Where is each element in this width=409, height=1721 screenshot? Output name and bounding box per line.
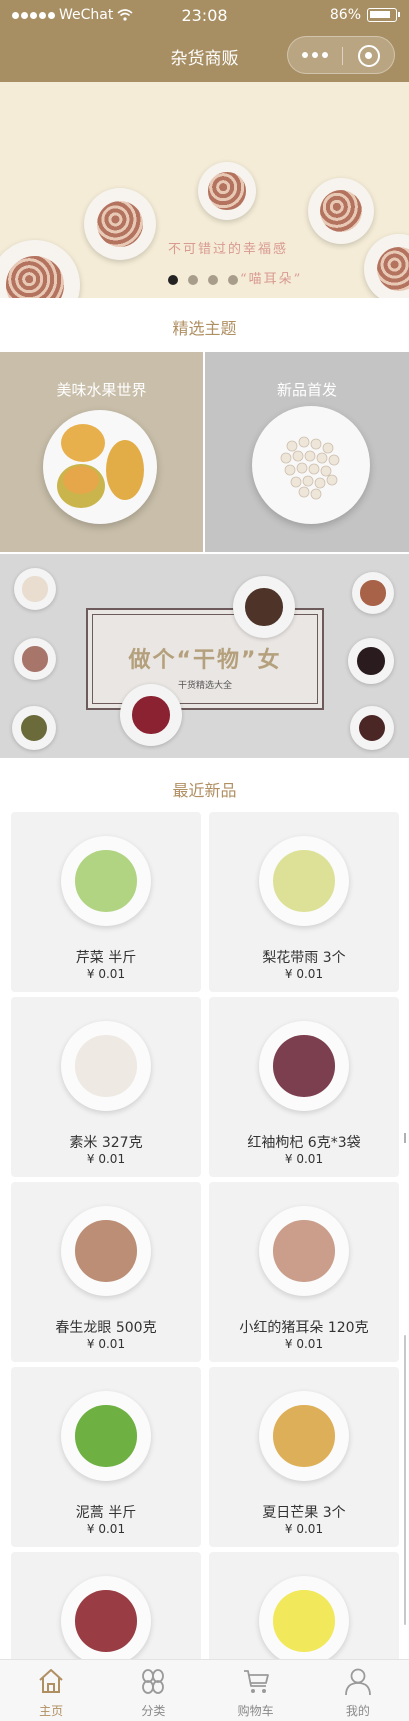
jujube-plate — [120, 684, 182, 746]
more-icon[interactable] — [302, 52, 328, 58]
product-name: 素米 327克 — [69, 1135, 143, 1151]
lotus-seed-plate — [252, 406, 370, 524]
product-price: ¥ 0.01 — [86, 967, 126, 981]
promo-plate — [12, 706, 56, 750]
product-name: 梨花带雨 3个 — [262, 950, 346, 966]
promo-subtitle: 干货精选大全 — [177, 681, 232, 691]
product-price: ¥ 0.01 — [86, 1337, 126, 1351]
theme-fruit[interactable]: 美味水果世界 — [0, 352, 203, 552]
product-image — [259, 1391, 349, 1481]
battery-percent: 86% — [329, 7, 361, 23]
product-card[interactable]: 素米 327克 ¥ 0.01 — [11, 997, 201, 1177]
status-bar: WeChat 23:08 86% — [0, 0, 409, 30]
tab-cart[interactable]: 购物车 — [205, 1660, 307, 1721]
product-price: ¥ 0.01 — [284, 1337, 324, 1351]
product-name: 春生龙眼 500克 — [55, 1320, 157, 1336]
product-name: 红袖枸杞 6克*3袋 — [247, 1135, 361, 1151]
indicator-dot[interactable] — [168, 275, 178, 285]
product-image — [259, 1206, 349, 1296]
product-card[interactable]: 芹菜 半斤 ¥ 0.01 — [11, 812, 201, 992]
promo-plate — [14, 638, 56, 680]
battery-group: 86% — [329, 7, 400, 23]
product-image — [259, 1576, 349, 1666]
product-card[interactable]: 梨花带雨 3个 ¥ 0.01 — [209, 812, 399, 992]
fruit-plate — [43, 410, 157, 524]
tab-home[interactable]: 主页 — [0, 1660, 102, 1721]
product-price: ¥ 0.01 — [284, 967, 324, 981]
product-image — [61, 836, 151, 926]
cart-icon — [243, 1670, 269, 1693]
banner-plate — [84, 188, 156, 260]
mango-icon — [57, 424, 144, 508]
home-icon — [39, 1669, 63, 1693]
product-price: ¥ 0.01 — [86, 1152, 126, 1166]
product-image — [61, 1206, 151, 1296]
scrollbar[interactable] — [404, 1335, 406, 1625]
user-icon — [344, 1668, 371, 1696]
banner-plate — [308, 178, 374, 244]
product-name: 小红的猪耳朵 120克 — [239, 1320, 369, 1336]
banner-slogan-highlight: “喵耳朵” — [240, 272, 303, 287]
indicator-dot[interactable] — [228, 275, 238, 285]
lotus-seed-icon — [280, 436, 340, 500]
product-card[interactable]: 红袖枸杞 6克*3袋 ¥ 0.01 — [209, 997, 399, 1177]
tab-bar: 主页 分类 购物车 我的 — [0, 1659, 409, 1721]
tab-label: 我的 — [345, 1704, 370, 1718]
tab-label: 分类 — [141, 1704, 166, 1718]
banner-plate — [198, 162, 256, 220]
scroll-indicator-mini — [404, 1133, 406, 1143]
theme-label: 美味水果世界 — [56, 381, 147, 399]
promo-plate — [14, 568, 56, 610]
recent-section-title: 最近新品 — [172, 781, 237, 800]
category-icon — [142, 1669, 165, 1694]
promo-plate — [352, 572, 394, 614]
tab-label: 主页 — [39, 1704, 64, 1718]
product-card[interactable]: 泥蒿 半斤 ¥ 0.01 — [11, 1367, 201, 1547]
theme-new-arrivals[interactable]: 新品首发 — [205, 352, 409, 552]
banner-plate — [364, 234, 409, 298]
product-name: 芹菜 半斤 — [75, 950, 137, 966]
product-name: 夏日芒果 3个 — [262, 1505, 346, 1521]
product-card[interactable]: 春生龙眼 500克 ¥ 0.01 — [11, 1182, 201, 1362]
close-miniprogram-icon[interactable] — [358, 45, 380, 67]
product-card[interactable]: 夏日芒果 3个 ¥ 0.01 — [209, 1367, 399, 1547]
banner-plate — [0, 240, 80, 298]
product-image — [259, 1021, 349, 1111]
indicator-dot[interactable] — [208, 275, 218, 285]
themes-section-title: 精选主题 — [172, 319, 237, 338]
tab-category[interactable]: 分类 — [102, 1660, 204, 1721]
banner-slogan: 不可错过的幸福感 — [168, 242, 289, 257]
product-price: ¥ 0.01 — [284, 1152, 324, 1166]
product-name: 泥蒿 半斤 — [75, 1505, 137, 1521]
banner-indicators — [168, 275, 238, 285]
product-price: ¥ 0.01 — [284, 1522, 324, 1536]
promo-headline: 做个“干物”女 — [128, 648, 282, 673]
tab-profile[interactable]: 我的 — [307, 1660, 409, 1721]
top-bar: WeChat 23:08 86% 杂货商贩 — [0, 0, 409, 82]
capsule-divider — [342, 47, 343, 65]
mushroom-plate — [233, 576, 295, 638]
miniprogram-capsule — [287, 36, 395, 74]
tab-label: 购物车 — [237, 1704, 274, 1718]
indicator-dot[interactable] — [188, 275, 198, 285]
product-image — [61, 1391, 151, 1481]
product-price: ¥ 0.01 — [86, 1522, 126, 1536]
product-card[interactable]: 小红的猪耳朵 120克 ¥ 0.01 — [209, 1182, 399, 1362]
promo-plate — [348, 638, 394, 684]
battery-icon — [367, 8, 400, 22]
product-image — [61, 1021, 151, 1111]
theme-label: 新品首发 — [276, 381, 337, 399]
promo-plate — [350, 706, 394, 750]
dried-goods-banner[interactable]: 做个“干物”女 干货精选大全 — [0, 554, 409, 758]
product-image — [259, 836, 349, 926]
product-image — [61, 1576, 151, 1666]
hero-banner[interactable]: 不可错过的幸福感 “喵耳朵” — [0, 82, 409, 298]
